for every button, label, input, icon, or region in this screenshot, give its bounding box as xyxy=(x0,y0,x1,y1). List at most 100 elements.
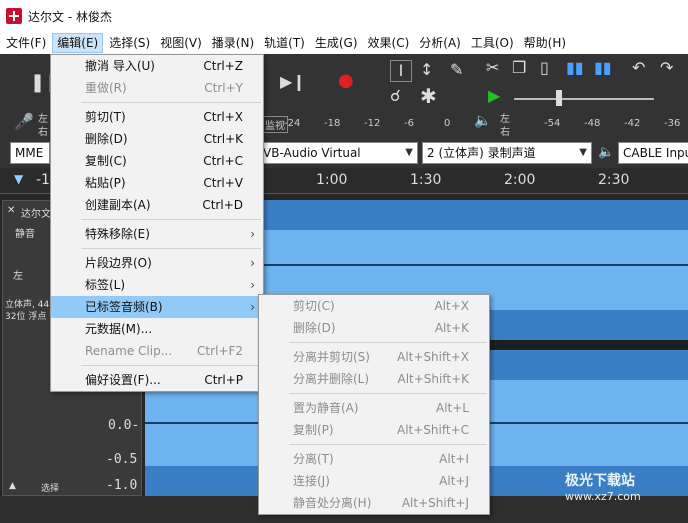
timeline-label: 1:30 xyxy=(410,172,442,188)
redo-icon[interactable]: ↷ xyxy=(660,60,673,76)
rec-meter-right-label: 右 xyxy=(38,127,48,138)
menu-item-label: 粘贴(P) xyxy=(85,176,126,190)
menu-4[interactable]: 播录(N) xyxy=(208,33,258,53)
edit-menu-item[interactable]: 标签(L) › xyxy=(51,274,263,296)
menu-10[interactable]: 帮助(H) xyxy=(520,33,570,53)
edit-menu-item[interactable]: 剪切(T) Ctrl+X xyxy=(51,106,263,128)
menu-7[interactable]: 效果(C) xyxy=(364,33,414,53)
channels-value: 2 (立体声) 录制声道 xyxy=(427,146,536,160)
menu-2[interactable]: 选择(S) xyxy=(105,33,154,53)
menu-separator xyxy=(81,365,261,366)
meter-tick: 0 xyxy=(444,118,451,129)
paste-icon[interactable]: ▯ xyxy=(540,60,549,76)
menu-item-shortcut: Ctrl+Z xyxy=(203,59,243,73)
watermark: 极光下载站 www.xz7.com xyxy=(565,470,641,503)
copy-icon[interactable]: ❐ xyxy=(512,60,526,76)
edit-menu-item[interactable]: 复制(C) Ctrl+C xyxy=(51,150,263,172)
multi-tool-icon[interactable]: ✱ xyxy=(420,86,437,106)
window-title: 达尔文 - 林俊杰 xyxy=(28,9,112,24)
chevron-right-icon: › xyxy=(250,300,255,314)
app-logo-icon xyxy=(6,8,22,24)
edit-menu-item[interactable]: 粘贴(P) Ctrl+V xyxy=(51,172,263,194)
labeled-audio-item[interactable]: 置为静音(A) Alt+L xyxy=(259,397,489,419)
select-track-button[interactable]: 选择 xyxy=(41,481,59,494)
menu-item-label: 剪切(C) xyxy=(293,299,335,313)
menu-item-shortcut: Ctrl+D xyxy=(202,198,243,212)
edit-menu-item[interactable]: 删除(D) Ctrl+K xyxy=(51,128,263,150)
labeled-audio-item[interactable]: 分离(T) Alt+I xyxy=(259,448,489,470)
labeled-audio-item[interactable]: 分离并剪切(S) Alt+Shift+X xyxy=(259,346,489,368)
skip-end-icon[interactable]: ▶❙ xyxy=(280,74,306,90)
selection-tool-icon[interactable]: I xyxy=(390,60,412,82)
menu-item-label: 片段边界(O) xyxy=(85,256,152,270)
menu-item-shortcut: Ctrl+K xyxy=(203,132,243,146)
edit-menu-item[interactable]: 偏好设置(F)... Ctrl+P xyxy=(51,369,263,391)
edit-menu-item[interactable]: 片段边界(O) › xyxy=(51,252,263,274)
menu-item-label: 元数据(M)... xyxy=(85,322,153,336)
timeline-label: 1:00 xyxy=(316,172,348,188)
labeled-audio-item[interactable]: 剪切(C) Alt+X xyxy=(259,295,489,317)
menu-separator xyxy=(81,102,261,103)
menu-item-label: 复制(P) xyxy=(293,423,334,437)
menu-item-label: 连接(J) xyxy=(293,474,330,488)
y-axis-label: -0.5 xyxy=(106,452,138,467)
menu-item-label: 已标签音频(B) xyxy=(85,300,163,314)
mute-button[interactable]: 静音 xyxy=(15,225,35,240)
menu-3[interactable]: 视图(V) xyxy=(156,33,206,53)
recording-device-value: VB-Audio Virtual xyxy=(263,146,361,160)
channels-select[interactable]: 2 (立体声) 录制声道 ▼ xyxy=(422,142,592,164)
recording-device-select[interactable]: VB-Audio Virtual ▼ xyxy=(258,142,418,164)
silence-icon[interactable]: ▮▮ xyxy=(594,60,612,76)
menu-6[interactable]: 生成(G) xyxy=(311,33,362,53)
edit-menu-item[interactable]: 创建副本(A) Ctrl+D xyxy=(51,194,263,216)
track-name[interactable]: 达尔文 xyxy=(21,205,51,220)
edit-menu-item[interactable]: 撤消 导入(U) Ctrl+Z xyxy=(51,55,263,77)
record-icon[interactable]: ● xyxy=(338,72,354,90)
labeled-audio-item[interactable]: 复制(P) Alt+Shift+C xyxy=(259,419,489,441)
audio-host-select[interactable]: MME xyxy=(10,142,50,164)
zoom-icon[interactable]: ☌ xyxy=(390,88,401,104)
menu-5[interactable]: 轨道(T) xyxy=(260,33,309,53)
playback-device-select[interactable]: CABLE Input xyxy=(618,142,688,164)
microphone-icon[interactable]: 🎤 xyxy=(14,114,34,130)
edit-menu-item[interactable]: 元数据(M)... xyxy=(51,318,263,340)
playback-speed-slider[interactable] xyxy=(514,98,654,100)
labeled-audio-item[interactable]: 删除(D) Alt+K xyxy=(259,317,489,339)
menu-item-label: 静音处分离(H) xyxy=(293,496,372,510)
pan-left-label: 左 xyxy=(13,271,23,282)
menu-9[interactable]: 工具(O) xyxy=(467,33,518,53)
meter-tick: -36 xyxy=(664,118,681,129)
menu-item-label: Rename Clip... xyxy=(85,344,173,358)
track-format: 32位 浮点 xyxy=(5,312,47,322)
menu-item-label: 标签(L) xyxy=(85,278,126,292)
slider-thumb[interactable] xyxy=(556,90,562,106)
play-head-icon[interactable]: ▼ xyxy=(14,172,23,186)
undo-icon[interactable]: ↶ xyxy=(632,60,645,76)
menu-item-shortcut: Alt+Shift+K xyxy=(397,372,469,386)
meter-tick: -18 xyxy=(324,118,341,129)
envelope-tool-icon[interactable]: ↕ xyxy=(420,62,433,78)
close-track-icon[interactable]: ✕ xyxy=(7,205,15,216)
speaker-icon[interactable]: 🔈 xyxy=(474,114,491,128)
menu-1[interactable]: 编辑(E) xyxy=(52,33,104,53)
edit-menu-item[interactable]: 重做(R) Ctrl+Y xyxy=(51,77,263,99)
menu-item-label: 分离并删除(L) xyxy=(293,372,370,386)
edit-menu-item[interactable]: 已标签音频(B) › xyxy=(51,296,263,318)
labeled-audio-item[interactable]: 静音处分离(H) Alt+Shift+J xyxy=(259,492,489,514)
menu-item-shortcut: Alt+L xyxy=(436,401,469,415)
timeline-label: 2:30 xyxy=(598,172,630,188)
labeled-audio-item[interactable]: 分离并删除(L) Alt+Shift+K xyxy=(259,368,489,390)
collapse-icon[interactable]: ▲ xyxy=(9,481,16,491)
menu-8[interactable]: 分析(A) xyxy=(415,33,465,53)
chevron-right-icon: › xyxy=(250,227,255,241)
draw-tool-icon[interactable]: ✎ xyxy=(450,62,463,78)
labeled-audio-submenu: 剪切(C) Alt+X 删除(D) Alt+K 分离并剪切(S) Alt+Shift+X 分… xyxy=(258,294,490,515)
menu-0[interactable]: 文件(F) xyxy=(2,33,50,53)
play-at-speed-icon[interactable]: ▶ xyxy=(488,88,500,104)
trim-icon[interactable]: ▮▮ xyxy=(566,60,584,76)
edit-menu-item[interactable]: 特殊移除(E) › xyxy=(51,223,263,245)
cut-icon[interactable]: ✂ xyxy=(486,60,499,76)
menu-item-shortcut: Ctrl+F2 xyxy=(197,344,243,358)
edit-menu-item[interactable]: Rename Clip... Ctrl+F2 xyxy=(51,340,263,362)
labeled-audio-item[interactable]: 连接(J) Alt+J xyxy=(259,470,489,492)
